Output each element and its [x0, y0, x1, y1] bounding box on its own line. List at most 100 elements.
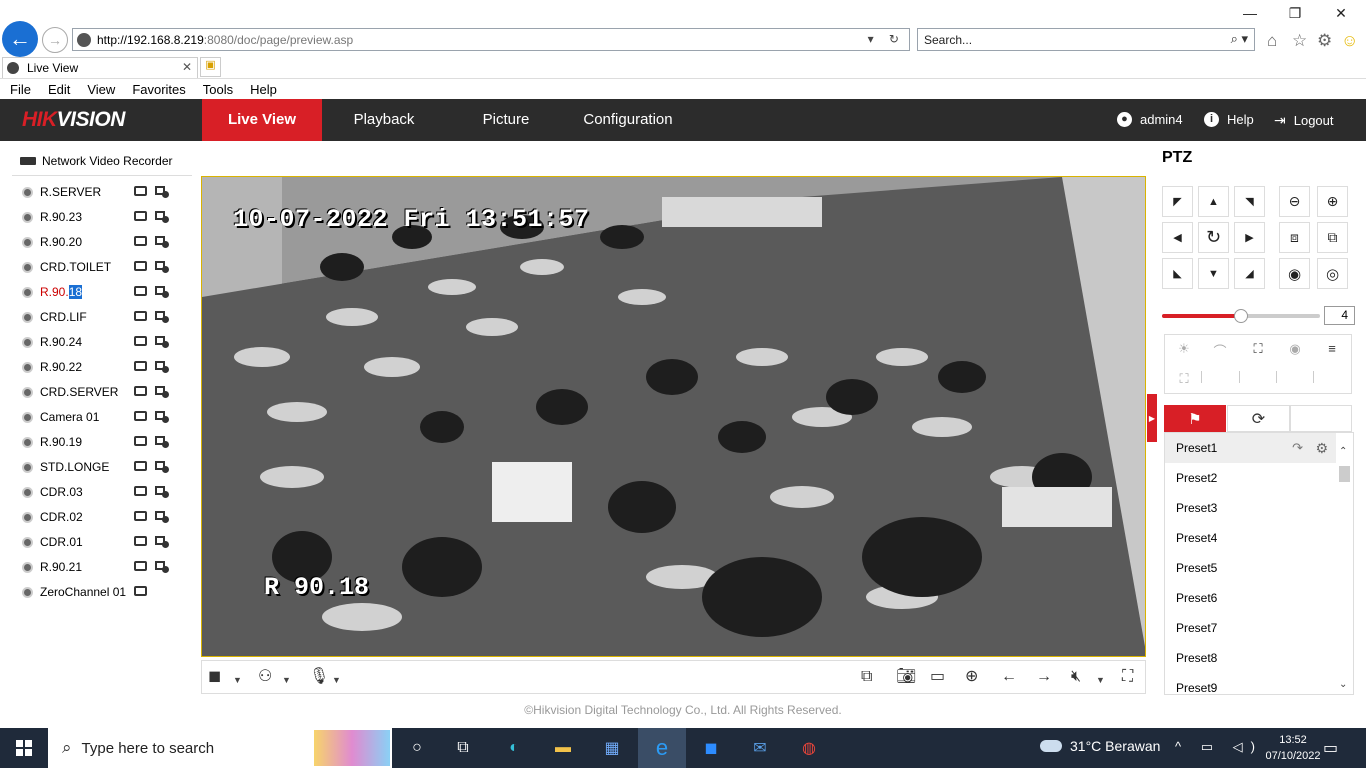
camera-item[interactable]: CDR.01: [22, 534, 172, 550]
stream-info-icon[interactable]: [155, 560, 170, 574]
start-live-view-icon[interactable]: [134, 286, 147, 296]
camera-item[interactable]: Camera 01: [22, 409, 172, 425]
microphone-icon[interactable]: 🎙︎: [309, 668, 329, 686]
start-live-view-icon[interactable]: [134, 261, 147, 271]
start-live-view-icon[interactable]: [134, 486, 147, 496]
refresh-icon[interactable]: ▾ ↻: [868, 32, 905, 46]
preset-settings-gear-icon[interactable]: ⚙: [1315, 433, 1328, 463]
stream-info-icon[interactable]: [155, 485, 170, 499]
taskbar-clock[interactable]: 13:52 07/10/2022: [1258, 732, 1328, 764]
zoom-out-icon[interactable]: ⊖: [1279, 186, 1310, 217]
camera-item[interactable]: R.90.19: [22, 434, 172, 450]
restore-icon[interactable]: ❐: [1283, 5, 1307, 22]
start-live-view-icon[interactable]: [134, 411, 147, 421]
ptz-down-right-button[interactable]: ◢: [1234, 258, 1265, 289]
camera-item[interactable]: R.90.23: [22, 209, 172, 225]
iris-close-icon[interactable]: ◎: [1317, 258, 1348, 289]
ptz-left-button[interactable]: ◀: [1162, 222, 1193, 253]
forward-button[interactable]: →: [42, 27, 68, 53]
camera-item[interactable]: R.90.22: [22, 359, 172, 375]
stream-dropdown-icon[interactable]: ▼: [282, 671, 291, 689]
preset-item[interactable]: Preset2: [1165, 463, 1336, 493]
start-live-view-icon[interactable]: [134, 511, 147, 521]
task-view-icon[interactable]: ⧉: [451, 736, 475, 760]
preset-item[interactable]: Preset8: [1165, 643, 1336, 673]
store-icon[interactable]: ▦: [600, 736, 624, 760]
panel-collapse-handle[interactable]: ▶: [1147, 394, 1157, 442]
lens-init-icon[interactable]: ◉: [1276, 341, 1314, 357]
logout-link[interactable]: ⇥ Logout: [1274, 112, 1334, 129]
camera-item[interactable]: CDR.03: [22, 484, 172, 500]
start-live-view-icon[interactable]: [134, 386, 147, 396]
mail-icon[interactable]: ✉: [748, 736, 772, 760]
camera-item[interactable]: CRD.LIF: [22, 309, 172, 325]
tab-close-icon[interactable]: ✕: [182, 60, 192, 74]
ptz-down-button[interactable]: ▼: [1198, 258, 1229, 289]
browser-search-input[interactable]: Search... ⌕ ▾: [917, 28, 1255, 51]
preset-item[interactable]: Preset4: [1165, 523, 1336, 553]
start-live-view-icon[interactable]: [134, 436, 147, 446]
back-button[interactable]: ←: [2, 21, 38, 57]
preset-item[interactable]: Preset5: [1165, 553, 1336, 583]
ptz-up-right-button[interactable]: ◥: [1234, 186, 1265, 217]
stream-info-icon[interactable]: [155, 535, 170, 549]
stream-info-icon[interactable]: [155, 260, 170, 274]
light-icon[interactable]: ☀: [1165, 341, 1203, 357]
scroll-up-icon[interactable]: ⌃: [1339, 446, 1347, 457]
zoom-in-icon[interactable]: ⊕: [1317, 186, 1348, 217]
stream-type-icon[interactable]: ⚇: [258, 668, 272, 686]
preset-item[interactable]: Preset7: [1165, 613, 1336, 643]
chrome-icon[interactable]: ◍: [797, 736, 821, 760]
help-link[interactable]: i Help: [1204, 112, 1254, 127]
browser-tab-live-view[interactable]: Live View ✕: [2, 57, 198, 78]
stream-info-icon[interactable]: [155, 285, 170, 299]
previous-page-icon[interactable]: ←: [1001, 668, 1017, 686]
start-live-view-icon[interactable]: [134, 361, 147, 371]
call-preset-icon[interactable]: ↷: [1292, 433, 1303, 463]
new-tab-button[interactable]: ▣: [200, 57, 221, 77]
start-live-view-icon[interactable]: [134, 586, 147, 596]
favorites-star-icon[interactable]: ☆: [1292, 31, 1307, 51]
menu-favorites[interactable]: Favorites: [132, 82, 185, 97]
ptz-up-left-button[interactable]: ◤: [1162, 186, 1193, 217]
stream-info-icon[interactable]: [155, 360, 170, 374]
manual-tracking-icon[interactable]: ⛶: [1165, 371, 1203, 387]
stream-info-icon[interactable]: [155, 385, 170, 399]
camera-item[interactable]: ZeroChannel 01: [22, 584, 172, 600]
scroll-down-icon[interactable]: ⌄: [1339, 679, 1347, 690]
window-layout-icon[interactable]: ◼: [208, 668, 221, 686]
menu-help[interactable]: Help: [250, 82, 277, 97]
camera-item[interactable]: R.90.18: [22, 284, 172, 300]
preset-item[interactable]: Preset6: [1165, 583, 1336, 613]
stream-info-icon[interactable]: [155, 310, 170, 324]
camera-item[interactable]: CRD.SERVER: [22, 384, 172, 400]
patrol-tab-icon[interactable]: ⟳: [1227, 405, 1290, 432]
live-video-window[interactable]: 10-07-2022 Fri 13:51:57 R 90.18: [201, 176, 1146, 657]
preset-scrollbar[interactable]: ⌃ ⌄: [1337, 446, 1352, 690]
stream-info-icon[interactable]: [155, 410, 170, 424]
camera-item[interactable]: R.90.24: [22, 334, 172, 350]
menu-tools[interactable]: Tools: [203, 82, 233, 97]
taskbar-search-input[interactable]: ⌕ Type here to search: [48, 728, 392, 768]
ptz-down-left-button[interactable]: ◣: [1162, 258, 1193, 289]
start-live-view-icon[interactable]: [134, 311, 147, 321]
wiper-icon[interactable]: ⌒: [1201, 341, 1239, 360]
preset-tab-flag-icon[interactable]: ⚑: [1164, 405, 1226, 432]
settings-gear-icon[interactable]: ⚙: [1317, 31, 1332, 51]
mute-icon[interactable]: 🔇︎: [1071, 668, 1081, 686]
stream-info-icon[interactable]: [155, 460, 170, 474]
start-live-view-icon[interactable]: [134, 186, 147, 196]
ptz-speed-thumb[interactable]: [1234, 309, 1248, 323]
edge-icon[interactable]: ◐: [502, 736, 526, 760]
stream-info-icon[interactable]: [155, 510, 170, 524]
menu-file[interactable]: File: [10, 82, 31, 97]
nav-live-view[interactable]: Live View: [202, 99, 322, 141]
camera-item[interactable]: STD.LONGE: [22, 459, 172, 475]
start-live-view-icon[interactable]: [134, 336, 147, 346]
start-live-view-icon[interactable]: [134, 461, 147, 471]
internet-explorer-icon[interactable]: e: [638, 728, 686, 768]
windows-start-icon[interactable]: [16, 740, 32, 756]
ptz-right-button[interactable]: ▶: [1234, 222, 1265, 253]
preset-item[interactable]: Preset1 ↷ ⚙: [1165, 433, 1336, 463]
camera-item[interactable]: R.90.21: [22, 559, 172, 575]
